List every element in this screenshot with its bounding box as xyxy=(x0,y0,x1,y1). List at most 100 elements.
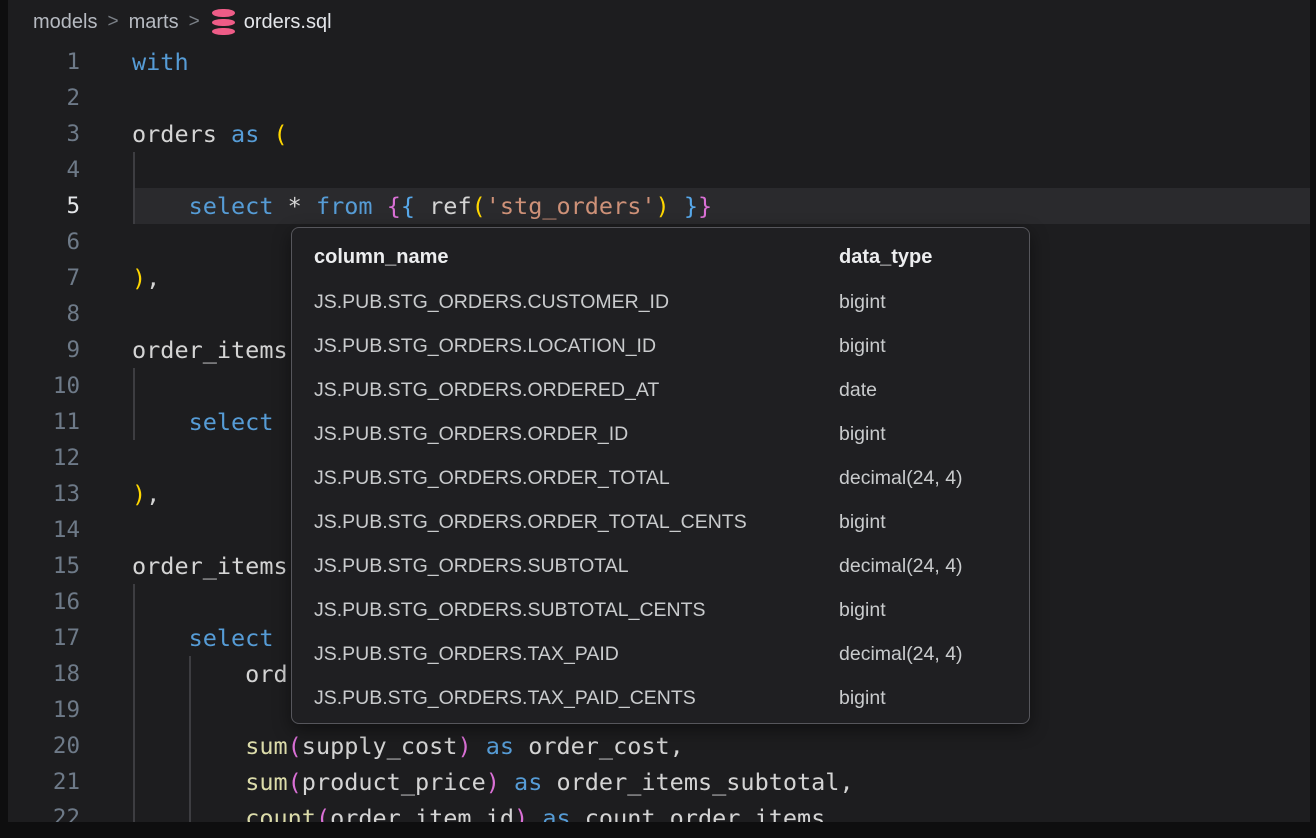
code-token: as xyxy=(542,804,570,822)
line-number[interactable]: 9 xyxy=(8,332,80,368)
code-token: ( xyxy=(274,120,288,148)
popup-cell-data-type: decimal(24, 4) xyxy=(839,456,963,500)
line-number[interactable]: 10 xyxy=(8,368,80,404)
column-preview-popup: column_name data_type JS.PUB.STG_ORDERS.… xyxy=(291,227,1030,724)
line-number[interactable]: 22 xyxy=(8,800,80,822)
breadcrumb-item-marts[interactable]: marts xyxy=(129,11,179,34)
code-token: with xyxy=(132,48,189,76)
line-number[interactable]: 7 xyxy=(8,260,80,296)
popup-cell-column-name: JS.PUB.STG_ORDERS.CUSTOMER_ID xyxy=(314,280,669,324)
code-token xyxy=(500,768,514,796)
code-token xyxy=(132,408,189,436)
breadcrumb-file-name[interactable]: orders.sql xyxy=(244,11,332,34)
code-token: { xyxy=(401,192,415,220)
code-line-2[interactable]: 2 xyxy=(8,80,1310,116)
code-text: order_items xyxy=(132,548,288,584)
code-token: count_order_items xyxy=(571,804,826,822)
popup-row: JS.PUB.STG_ORDERS.SUBTOTALdecimal(24, 4) xyxy=(292,544,1029,588)
line-number[interactable]: 19 xyxy=(8,692,80,728)
code-token: select xyxy=(189,192,274,220)
code-token: from xyxy=(316,192,387,220)
popup-row: JS.PUB.STG_ORDERS.ORDERED_ATdate xyxy=(292,368,1029,412)
code-token: order_items xyxy=(132,552,288,580)
breadcrumb: models > marts > orders.sql xyxy=(8,0,1310,44)
code-token: } xyxy=(698,192,712,220)
code-token: as xyxy=(486,732,514,760)
line-number[interactable]: 15 xyxy=(8,548,80,584)
code-line-5[interactable]: 5 select * from {{ ref('stg_orders') }} xyxy=(8,188,1310,224)
breadcrumb-separator-icon: > xyxy=(107,11,118,33)
line-number[interactable]: 4 xyxy=(8,152,80,188)
line-number[interactable]: 14 xyxy=(8,512,80,548)
code-token: } xyxy=(684,192,698,220)
code-token: ) xyxy=(656,192,670,220)
line-number[interactable]: 17 xyxy=(8,620,80,656)
code-line-22[interactable]: 22 count(order_item_id) as count_order_i… xyxy=(8,800,1310,822)
code-text: orders as ( xyxy=(132,116,288,152)
code-token: order_items xyxy=(132,336,288,364)
code-text: count(order_item_id) as count_order_item… xyxy=(132,800,825,822)
line-number[interactable]: 5 xyxy=(8,188,80,224)
line-number[interactable]: 3 xyxy=(8,116,80,152)
breadcrumb-item-models[interactable]: models xyxy=(33,11,97,34)
code-token: ) xyxy=(132,264,146,292)
code-token xyxy=(132,732,245,760)
line-number[interactable]: 6 xyxy=(8,224,80,260)
code-line-21[interactable]: 21 sum(product_price) as order_items_sub… xyxy=(8,764,1310,800)
breadcrumb-separator-icon: > xyxy=(189,11,200,33)
code-token: ( xyxy=(472,192,486,220)
line-number[interactable]: 12 xyxy=(8,440,80,476)
code-token: ( xyxy=(288,768,302,796)
popup-cell-column-name: JS.PUB.STG_ORDERS.ORDER_ID xyxy=(314,412,628,456)
code-line-20[interactable]: 20 sum(supply_cost) as order_cost, xyxy=(8,728,1310,764)
code-token: product_price xyxy=(302,768,486,796)
code-text: with xyxy=(132,44,189,80)
popup-header-column-name: column_name xyxy=(314,240,448,274)
code-text: select * from {{ ref('stg_orders') }} xyxy=(132,188,712,224)
popup-row: JS.PUB.STG_ORDERS.CUSTOMER_IDbigint xyxy=(292,280,1029,324)
code-token xyxy=(132,192,189,220)
line-number[interactable]: 13 xyxy=(8,476,80,512)
code-text: select xyxy=(132,620,273,656)
popup-row: JS.PUB.STG_ORDERS.TAX_PAIDdecimal(24, 4) xyxy=(292,632,1029,676)
code-token xyxy=(472,732,486,760)
editor-screen: models > marts > orders.sql 1 with 23 order… xyxy=(0,0,1316,838)
popup-cell-data-type: decimal(24, 4) xyxy=(839,544,963,588)
code-text: order_items xyxy=(132,332,288,368)
code-token: orders xyxy=(132,120,231,148)
code-token: sum xyxy=(245,732,287,760)
line-number[interactable]: 11 xyxy=(8,404,80,440)
code-token: * xyxy=(273,192,315,220)
popup-row: JS.PUB.STG_ORDERS.TAX_PAID_CENTSbigint xyxy=(292,676,1029,720)
popup-cell-column-name: JS.PUB.STG_ORDERS.ORDER_TOTAL_CENTS xyxy=(314,500,747,544)
popup-row: JS.PUB.STG_ORDERS.ORDER_TOTAL_CENTSbigin… xyxy=(292,500,1029,544)
popup-rows: JS.PUB.STG_ORDERS.CUSTOMER_IDbigintJS.PU… xyxy=(292,280,1029,720)
line-number[interactable]: 18 xyxy=(8,656,80,692)
code-line-3[interactable]: 3 orders as ( xyxy=(8,116,1310,152)
code-token: , xyxy=(146,480,160,508)
code-token: ) xyxy=(457,732,471,760)
popup-cell-data-type: decimal(24, 4) xyxy=(839,632,963,676)
code-token: sum xyxy=(245,768,287,796)
code-token: 'stg_orders' xyxy=(486,192,656,220)
popup-cell-column-name: JS.PUB.STG_ORDERS.ORDER_TOTAL xyxy=(314,456,670,500)
code-token xyxy=(528,804,542,822)
code-token: { xyxy=(387,192,401,220)
popup-cell-data-type: bigint xyxy=(839,324,886,368)
line-number[interactable]: 20 xyxy=(8,728,80,764)
code-token: ( xyxy=(288,732,302,760)
database-icon xyxy=(212,9,235,35)
code-token: ) xyxy=(132,480,146,508)
line-number[interactable]: 2 xyxy=(8,80,80,116)
popup-header-data-type: data_type xyxy=(839,240,932,274)
popup-cell-data-type: bigint xyxy=(839,676,886,720)
line-number[interactable]: 1 xyxy=(8,44,80,80)
line-number[interactable]: 16 xyxy=(8,584,80,620)
line-number[interactable]: 21 xyxy=(8,764,80,800)
code-token xyxy=(132,768,245,796)
code-line-4[interactable]: 4 xyxy=(8,152,1310,188)
code-token xyxy=(132,624,189,652)
line-number[interactable]: 8 xyxy=(8,296,80,332)
code-line-1[interactable]: 1 with xyxy=(8,44,1310,80)
code-token: count xyxy=(245,804,316,822)
